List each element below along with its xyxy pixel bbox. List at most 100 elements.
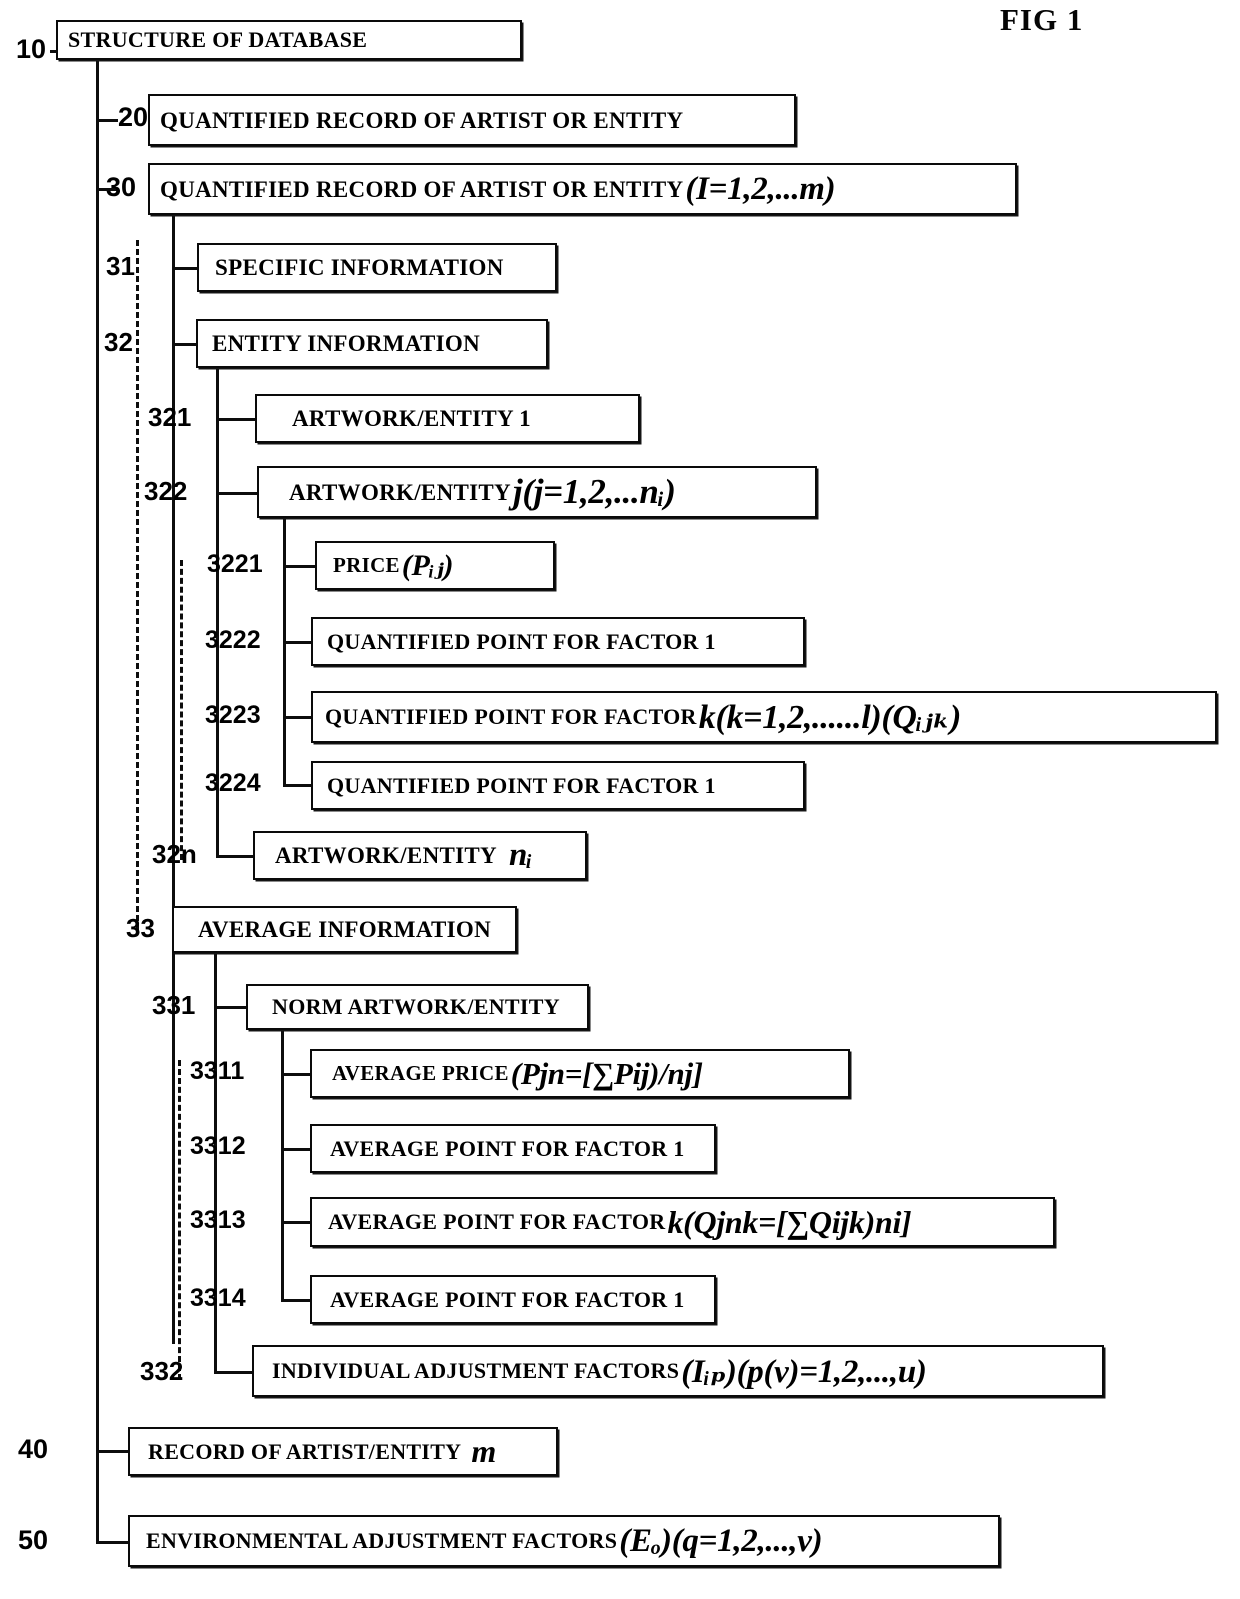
node-label-3222: QUANTIFIED POINT FOR FACTOR 1 <box>327 628 716 654</box>
connector-322-3222 <box>283 641 311 644</box>
guide-dash-level1 <box>136 240 139 930</box>
node-box-3311[interactable]: AVERAGE PRICE (Pjn=[∑Pij)/nj] <box>310 1049 850 1098</box>
node-box-3223[interactable]: QUANTIFIED POINT FOR FACTOR k(k=1,2,....… <box>311 691 1217 743</box>
connector-322-3224 <box>283 784 311 787</box>
trunk-line-root <box>96 52 99 1542</box>
node-box-20[interactable]: QUANTIFIED RECORD OF ARTIST OR ENTITY <box>148 94 796 146</box>
node-label-332: INDIVIDUAL ADJUSTMENT FACTORS <box>272 1358 680 1383</box>
node-box-30[interactable]: QUANTIFIED RECORD OF ARTIST OR ENTITY (I… <box>148 163 1017 215</box>
connector-331-3311 <box>281 1073 312 1076</box>
node-label-40: RECORD OF ARTIST/ENTITY <box>148 1438 462 1464</box>
ref-numeral-40: 40 <box>18 1434 49 1464</box>
node-box-3312[interactable]: AVERAGE POINT FOR FACTOR 1 <box>310 1124 716 1173</box>
node-math-332: (Iᵢₚ)(p(v)=1,2,...,u) <box>681 1354 927 1390</box>
node-label-3221: PRICE <box>333 553 400 577</box>
connector-331-3313 <box>281 1221 312 1224</box>
node-box-32[interactable]: ENTITY INFORMATION <box>196 319 548 368</box>
ref-numeral-33: 33 <box>126 913 155 943</box>
node-box-321[interactable]: ARTWORK/ENTITY 1 <box>255 394 640 443</box>
node-math-32n: nᵢ <box>508 837 533 873</box>
node-box-3313[interactable]: AVERAGE POINT FOR FACTOR k(Qjnk=[∑Qijk)n… <box>310 1197 1055 1247</box>
node-label-331: NORM ARTWORK/ENTITY <box>272 994 560 1019</box>
ref-numeral-3311: 3311 <box>190 1057 245 1085</box>
patent-figure-page: FIG 1 10 20 30 31 32 321 322 3221 3222 3… <box>0 0 1240 1599</box>
node-label-30: QUANTIFIED RECORD OF ARTIST OR ENTITY <box>160 176 684 202</box>
node-math-3221: (Pᵢⱼ) <box>401 549 454 582</box>
node-math-30: (I=1,2,...m) <box>685 170 836 207</box>
figure-title: FIG 1 <box>1000 2 1084 37</box>
connector-331-3312 <box>281 1148 312 1151</box>
ref-numeral-10: 10 <box>16 34 47 64</box>
ref-numeral-3222: 3222 <box>205 626 261 654</box>
ref-numeral-3312: 3312 <box>190 1132 246 1160</box>
ref-numeral-331: 331 <box>152 990 196 1020</box>
node-label-50: ENVIRONMENTAL ADJUSTMENT FACTORS <box>146 1528 618 1553</box>
node-label-20: QUANTIFIED RECORD OF ARTIST OR ENTITY <box>160 107 684 133</box>
node-math-3313: k(Qjnk=[∑Qijk)ni] <box>667 1203 912 1240</box>
node-box-3222[interactable]: QUANTIFIED POINT FOR FACTOR 1 <box>311 617 805 666</box>
node-box-3221[interactable]: PRICE (Pᵢⱼ) <box>315 541 555 590</box>
node-label-3312: AVERAGE POINT FOR FACTOR 1 <box>330 1135 685 1161</box>
node-math-322: j(j=1,2,...nᵢ) <box>512 472 676 511</box>
ref-numeral-3224: 3224 <box>205 769 261 797</box>
node-label-33: AVERAGE INFORMATION <box>198 917 492 942</box>
node-label-3311: AVERAGE PRICE <box>332 1061 509 1085</box>
connector-32-322 <box>216 492 258 495</box>
connector-33-331 <box>214 1006 248 1009</box>
guide-dash-level2 <box>180 560 183 860</box>
guide-dash-level3 <box>178 1060 181 1380</box>
connector-root-50 <box>96 1541 128 1544</box>
ref-numeral-3221: 3221 <box>207 550 263 578</box>
node-math-40: m <box>471 1433 496 1469</box>
node-box-331[interactable]: NORM ARTWORK/ENTITY <box>246 984 589 1030</box>
node-box-32n[interactable]: ARTWORK/ENTITY nᵢ <box>253 831 587 880</box>
node-label-322: ARTWORK/ENTITY <box>289 479 511 505</box>
node-math-3223: k(k=1,2,......l)(Qᵢⱼₖ) <box>698 699 962 736</box>
node-box-50[interactable]: ENVIRONMENTAL ADJUSTMENT FACTORS (Eₒ)(q=… <box>128 1515 1000 1567</box>
node-label-3224: QUANTIFIED POINT FOR FACTOR 1 <box>327 772 716 798</box>
ref-numeral-332: 332 <box>140 1356 184 1386</box>
ref-numeral-3313: 3313 <box>190 1206 246 1234</box>
node-box-40[interactable]: RECORD OF ARTIST/ENTITY m <box>128 1427 558 1476</box>
node-math-3311: (Pjn=[∑Pij)/nj] <box>510 1055 703 1091</box>
connector-322-3223 <box>283 716 311 719</box>
node-box-3314[interactable]: AVERAGE POINT FOR FACTOR 1 <box>310 1275 716 1324</box>
node-label-3223: QUANTIFIED POINT FOR FACTOR <box>325 704 697 729</box>
trunk-line-322 <box>283 518 286 786</box>
ref-numeral-321: 321 <box>148 402 192 432</box>
node-box-332[interactable]: INDIVIDUAL ADJUSTMENT FACTORS (Iᵢₚ)(p(v)… <box>252 1345 1104 1397</box>
connector-331-3314 <box>281 1299 312 1302</box>
trunk-line-30 <box>172 216 175 1344</box>
node-box-31[interactable]: SPECIFIC INFORMATION <box>197 243 557 292</box>
ref-numeral-30: 30 <box>106 172 137 202</box>
trunk-line-331 <box>281 1029 284 1302</box>
node-label-10: STRUCTURE OF DATABASE <box>68 27 368 52</box>
node-label-32n: ARTWORK/ENTITY <box>275 843 497 868</box>
ref-numeral-32n: 32n <box>152 839 197 869</box>
connector-30-32 <box>172 343 199 346</box>
node-label-321: ARTWORK/ENTITY 1 <box>292 406 531 431</box>
connector-30-31 <box>172 267 199 270</box>
connector-32-321 <box>216 418 256 421</box>
node-label-3313: AVERAGE POINT FOR FACTOR <box>328 1209 666 1234</box>
connector-322-3221 <box>283 565 316 568</box>
ref-numeral-322: 322 <box>144 476 188 506</box>
node-box-3224[interactable]: QUANTIFIED POINT FOR FACTOR 1 <box>311 761 805 810</box>
ref-numeral-32: 32 <box>104 327 133 357</box>
node-math-50: (Eₒ)(q=1,2,...,v) <box>619 1522 823 1559</box>
node-label-32: ENTITY INFORMATION <box>212 331 481 356</box>
node-label-31: SPECIFIC INFORMATION <box>215 255 504 280</box>
ref-numeral-50: 50 <box>18 1525 49 1555</box>
ref-numeral-3314: 3314 <box>190 1284 246 1312</box>
ref-numeral-31: 31 <box>106 251 135 281</box>
node-box-322[interactable]: ARTWORK/ENTITY j(j=1,2,...nᵢ) <box>257 466 817 518</box>
connector-root-20 <box>96 119 118 122</box>
connector-32-32n <box>216 855 254 858</box>
ref-numeral-3223: 3223 <box>205 701 261 729</box>
node-label-3314: AVERAGE POINT FOR FACTOR 1 <box>330 1286 685 1312</box>
node-box-10[interactable]: STRUCTURE OF DATABASE <box>56 20 522 60</box>
connector-33-332 <box>214 1371 252 1374</box>
node-box-33[interactable]: AVERAGE INFORMATION <box>172 906 517 953</box>
ref-numeral-20: 20 <box>118 102 149 132</box>
connector-root-40 <box>96 1450 128 1453</box>
